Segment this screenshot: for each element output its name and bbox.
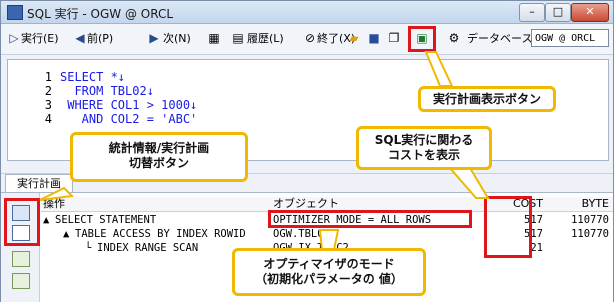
toggle-callout-line2: 切替ボタン [128,156,189,170]
toggle-callout-line1: 統計情報/実行計画 [108,141,210,155]
toggle-callout: 統計情報/実行計画 切替ボタン [70,132,248,182]
cost-callout-line2: コストを表示 [387,148,460,162]
plan-button-callout: 実行計画表示ボタン [418,86,556,112]
plan-button-callout-text: 実行計画表示ボタン [432,92,541,106]
optimizer-callout-line1: オプティマイザのモード [263,257,395,271]
optimizer-callout-line2: （初期化パラメータの 値） [255,272,403,286]
cost-callout: SQL実行に関わる コストを表示 [356,126,492,170]
optimizer-callout: オプティマイザのモード （初期化パラメータの 値） [232,248,426,296]
cost-callout-line1: SQL実行に関わる [374,133,474,147]
